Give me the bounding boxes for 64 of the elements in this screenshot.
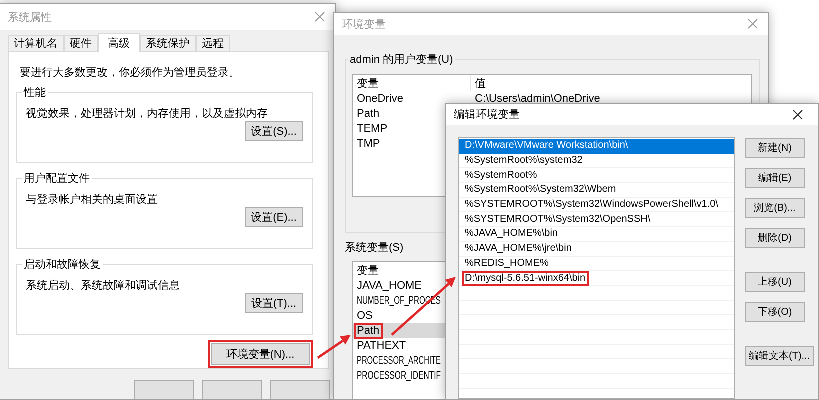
action-button[interactable]: 编辑文本(T)... bbox=[745, 346, 814, 366]
group-title: 用户配置文件 bbox=[23, 172, 91, 186]
column-header[interactable]: 变量 bbox=[357, 76, 379, 90]
path-text: %SystemRoot%\System32\Wbem bbox=[465, 184, 616, 196]
action-button[interactable]: 浏览(B)... bbox=[745, 198, 805, 218]
settings-button[interactable]: 设置(S)... bbox=[245, 121, 303, 141]
group-title: 启动和故障恢复 bbox=[23, 258, 102, 272]
variable-name: PROCESSOR_IDENTIF bbox=[357, 370, 441, 382]
section-label: 系统变量(S) bbox=[345, 241, 404, 255]
path-text: %SystemRoot%\system32 bbox=[465, 155, 583, 166]
tab[interactable]: 系统保护 bbox=[140, 35, 196, 51]
window-title: 编辑环境变量 bbox=[454, 108, 520, 122]
variable-name: OS bbox=[357, 310, 373, 322]
notice-text: 要进行大多数更改，你必须作为管理员登录。 bbox=[20, 66, 241, 80]
path-text: %SYSTEMROOT%\System32\OpenSSH\ bbox=[465, 214, 651, 225]
settings-button[interactable]: 设置(E)... bbox=[245, 207, 303, 227]
path-text: %JAVA_HOME%\bin bbox=[465, 228, 558, 240]
list-row[interactable]: D:\mysql-5.6.51-winx64\bin bbox=[459, 271, 734, 286]
action-button[interactable]: 新建(N) bbox=[745, 138, 805, 158]
variable-name: OneDrive bbox=[357, 92, 404, 104]
path-text: %SystemRoot% bbox=[465, 170, 538, 181]
list-row[interactable]: OneDrive C:\Users\admin\OneDrive bbox=[353, 91, 751, 106]
action-button[interactable]: 删除(D) bbox=[745, 228, 805, 248]
window-title: 系统属性 bbox=[8, 10, 52, 24]
group-title: 性能 bbox=[22, 86, 47, 100]
list-row[interactable]: D:\VMware\VMware Workstation\bin\ bbox=[459, 139, 734, 154]
tab[interactable]: 高级 bbox=[98, 33, 140, 52]
tab[interactable]: 硬件 bbox=[64, 35, 98, 51]
list-row[interactable]: %SystemRoot%\System32\Wbem bbox=[459, 183, 734, 198]
arrow bbox=[317, 335, 351, 360]
list-row[interactable]: %SYSTEMROOT%\System32\OpenSSH\ bbox=[459, 212, 734, 228]
dialog-button[interactable] bbox=[134, 380, 194, 399]
list-row[interactable]: %REDIS_HOME% bbox=[459, 256, 734, 272]
path-text: %SYSTEMROOT%\System32\WindowsPowerShell\v1.0\ bbox=[465, 199, 718, 210]
action-button[interactable]: 上移(U) bbox=[745, 272, 805, 292]
variable-value: C:\Users\admin\OneDrive bbox=[475, 92, 600, 104]
window-title: 环境变量 bbox=[342, 18, 386, 32]
list-row[interactable]: %JAVA_HOME%\bin bbox=[459, 227, 734, 242]
column-header[interactable]: 变量 bbox=[357, 262, 379, 278]
tab[interactable]: 远程 bbox=[196, 35, 230, 51]
list-row[interactable]: %SYSTEMROOT%\System32\WindowsPowerShell\v1.0\ bbox=[459, 198, 734, 212]
action-button[interactable]: 下移(O) bbox=[745, 302, 805, 322]
close-icon[interactable] bbox=[793, 110, 803, 120]
variable-name: Path bbox=[357, 324, 380, 336]
dialog-button[interactable] bbox=[270, 380, 330, 399]
tab[interactable]: 计算机名 bbox=[8, 35, 64, 51]
group-description: 系统启动、系统故障和调试信息 bbox=[26, 278, 181, 293]
variable-name: PATHEXT bbox=[357, 340, 406, 352]
list-row[interactable]: %SystemRoot% bbox=[459, 168, 734, 184]
list-row[interactable]: %JAVA_HOME%\jre\bin bbox=[459, 242, 734, 256]
dialog-button[interactable] bbox=[202, 380, 262, 399]
environment-variables-button[interactable]: 环境变量(N)... bbox=[211, 343, 310, 365]
group-description: 与登录帐户相关的桌面设置 bbox=[26, 192, 159, 207]
variable-name: TEMP bbox=[357, 122, 388, 134]
path-text: D:\mysql-5.6.51-winx64\bin bbox=[465, 272, 586, 284]
action-button[interactable]: 编辑(E) bbox=[745, 168, 805, 188]
group-description: 视觉效果，处理器计划，内存使用，以及虚拟内存 bbox=[26, 106, 269, 121]
path-text: D:\VMware\VMware Workstation\bin\ bbox=[465, 140, 628, 152]
path-text: %JAVA_HOME%\jre\bin bbox=[465, 243, 572, 254]
path-text: %REDIS_HOME% bbox=[465, 258, 549, 269]
list-row[interactable]: %SystemRoot%\system32 bbox=[459, 154, 734, 168]
group-title: admin 的用户变量(U) bbox=[349, 52, 454, 67]
settings-button[interactable]: 设置(T)... bbox=[245, 293, 303, 313]
column-header[interactable]: 值 bbox=[475, 78, 486, 90]
